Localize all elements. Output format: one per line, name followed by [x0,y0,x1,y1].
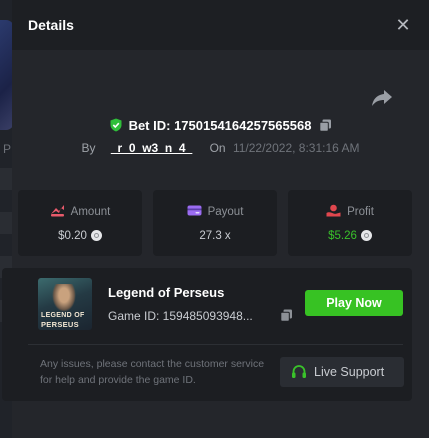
coin-icon [360,230,372,241]
share-icon[interactable] [370,88,394,108]
live-support-button[interactable]: Live Support [280,357,404,387]
amount-value-row: $0.20 [18,230,142,242]
amount-icon [50,205,64,217]
game-id: Game ID: 159485093948... [108,309,253,323]
game-thumbnail-title-line2: PERSEUS [41,320,79,329]
details-modal: Details ✕ Bet ID: 1750154164257565568 By… [2,0,429,438]
modal-title: Details [28,17,74,33]
payout-label-row: Payout [153,204,277,218]
profit-value: $5.26 [328,230,357,242]
background-text-fragment: P [3,142,12,156]
game-thumbnail-title-line1: LEGEND OF [41,312,85,319]
support-notice: Any issues, please contact the customer … [40,358,265,386]
amount-label-row: Amount [18,204,142,218]
modal-header: Details ✕ [12,0,429,50]
play-now-button[interactable]: Play Now [305,290,403,316]
game-panel: LEGEND OF PERSEUS Legend of Perseus Game… [2,268,412,401]
shield-check-icon [110,118,122,132]
copy-icon[interactable] [280,309,293,322]
bet-meta-row: By _r_0_w3_n_4_ On 11/22/2022, 8:31:16 A… [12,141,429,155]
by-label: By [81,141,96,155]
game-name: Legend of Perseus [108,285,225,300]
live-support-label: Live Support [314,365,385,379]
bet-id-row: Bet ID: 1750154164257565568 [12,118,429,133]
payout-value: 27.3 x [199,230,231,242]
payout-label: Payout [207,206,244,218]
game-thumbnail[interactable]: LEGEND OF PERSEUS [38,278,92,330]
payout-icon [187,205,202,216]
amount-label: Amount [70,206,111,218]
coin-icon [90,230,102,241]
headset-icon [292,365,306,378]
payout-card: Payout 27.3 x [153,190,277,256]
amount-value: $0.20 [58,230,87,242]
profit-icon [326,204,341,217]
profit-label-row: Profit [288,204,412,218]
copy-icon[interactable] [319,119,332,132]
profit-label: Profit [347,206,374,218]
profit-value-row: $5.26 [288,230,412,242]
bet-id-text: Bet ID: 1750154164257565568 [128,118,312,133]
close-icon[interactable]: ✕ [392,14,414,36]
username-link[interactable]: _r_0_w3_n_4_ [111,141,192,155]
game-thumbnail-figure [52,284,76,312]
on-label: On [209,141,226,155]
amount-card: Amount $0.20 [18,190,142,256]
divider [28,344,403,345]
bet-datetime: 11/22/2022, 8:31:16 AM [232,141,360,155]
profit-card: Profit $5.26 [288,190,412,256]
